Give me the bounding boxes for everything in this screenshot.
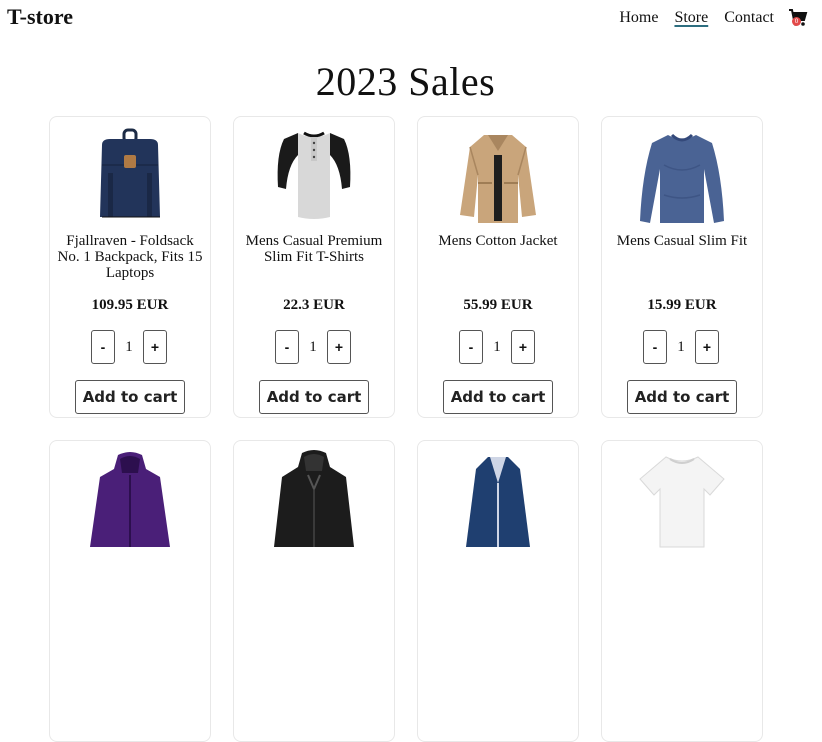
quantity-stepper: - 1 + <box>91 330 171 364</box>
increase-quantity-button[interactable]: + <box>143 330 167 364</box>
product-image-cotton-jacket[interactable] <box>418 125 578 225</box>
cart-count-badge: 0 <box>792 17 801 26</box>
increase-quantity-button[interactable]: + <box>695 330 719 364</box>
quantity-stepper: - 1 + <box>275 330 355 364</box>
decrease-quantity-button[interactable]: - <box>91 330 115 364</box>
product-card: Mens Cotton Jacket 55.99 EUR - 1 + Add t… <box>417 116 579 418</box>
product-card: Mens Casual Slim Fit 15.99 EUR - 1 + Add… <box>601 116 763 418</box>
product-title[interactable]: Fjallraven - Foldsack No. 1 Backpack, Fi… <box>56 233 204 281</box>
add-to-cart-button[interactable]: Add to cart <box>75 380 185 414</box>
product-title[interactable]: Mens Cotton Jacket <box>424 233 572 249</box>
add-to-cart-button[interactable]: Add to cart <box>443 380 553 414</box>
product-image-raincoat[interactable] <box>418 449 578 549</box>
decrease-quantity-button[interactable]: - <box>459 330 483 364</box>
purple-jacket-image <box>90 452 170 547</box>
product-price: 55.99 EUR <box>463 297 533 313</box>
increase-quantity-button[interactable]: + <box>511 330 535 364</box>
quantity-stepper: - 1 + <box>643 330 723 364</box>
product-card <box>49 440 211 742</box>
cotton-jacket-image <box>460 135 536 223</box>
add-to-cart-button[interactable]: Add to cart <box>627 380 737 414</box>
product-card: Fjallraven - Foldsack No. 1 Backpack, Fi… <box>49 116 211 418</box>
product-card <box>233 440 395 742</box>
product-image-white-tshirt[interactable] <box>602 449 762 549</box>
product-image-tshirt[interactable] <box>234 125 394 225</box>
product-card: Mens Casual Premium Slim Fit T-Shirts 22… <box>233 116 395 418</box>
product-card <box>601 440 763 742</box>
product-price: 22.3 EUR <box>283 297 345 313</box>
product-title[interactable]: Mens Casual Premium Slim Fit T-Shirts <box>240 233 388 265</box>
quantity-value: 1 <box>309 339 317 355</box>
quantity-value: 1 <box>493 339 501 355</box>
longsleeve-shirt-image <box>640 133 724 223</box>
nav-link-store[interactable]: Store <box>674 9 708 27</box>
nav-link-contact[interactable]: Contact <box>724 9 774 27</box>
add-to-cart-button[interactable]: Add to cart <box>259 380 369 414</box>
decrease-quantity-button[interactable]: - <box>643 330 667 364</box>
product-image-leather-jacket[interactable] <box>234 449 394 549</box>
product-image-purple-jacket[interactable] <box>50 449 210 549</box>
product-card <box>417 440 579 742</box>
raglan-tshirt-image <box>277 131 351 219</box>
brand-logo[interactable]: T-store <box>7 4 73 30</box>
nav-link-home[interactable]: Home <box>619 9 658 27</box>
product-price: 109.95 EUR <box>91 297 169 313</box>
product-image-longsleeve[interactable] <box>602 125 762 225</box>
product-price: 15.99 EUR <box>647 297 717 313</box>
quantity-value: 1 <box>125 339 133 355</box>
increase-quantity-button[interactable]: + <box>327 330 351 364</box>
decrease-quantity-button[interactable]: - <box>275 330 299 364</box>
navbar: T-store Home Store Contact 0 <box>0 0 822 36</box>
cart-button[interactable]: 0 <box>788 8 808 28</box>
raincoat-image <box>466 457 530 547</box>
quantity-value: 1 <box>677 339 685 355</box>
product-title[interactable]: Mens Casual Slim Fit <box>608 233 756 249</box>
page-title: 2023 Sales <box>315 59 496 104</box>
nav-links: Home Store Contact <box>619 9 774 27</box>
white-tshirt-image <box>639 456 725 548</box>
leather-jacket-image <box>274 450 354 547</box>
backpack-image <box>100 128 160 218</box>
quantity-stepper: - 1 + <box>459 330 539 364</box>
product-image-backpack[interactable] <box>50 125 210 225</box>
